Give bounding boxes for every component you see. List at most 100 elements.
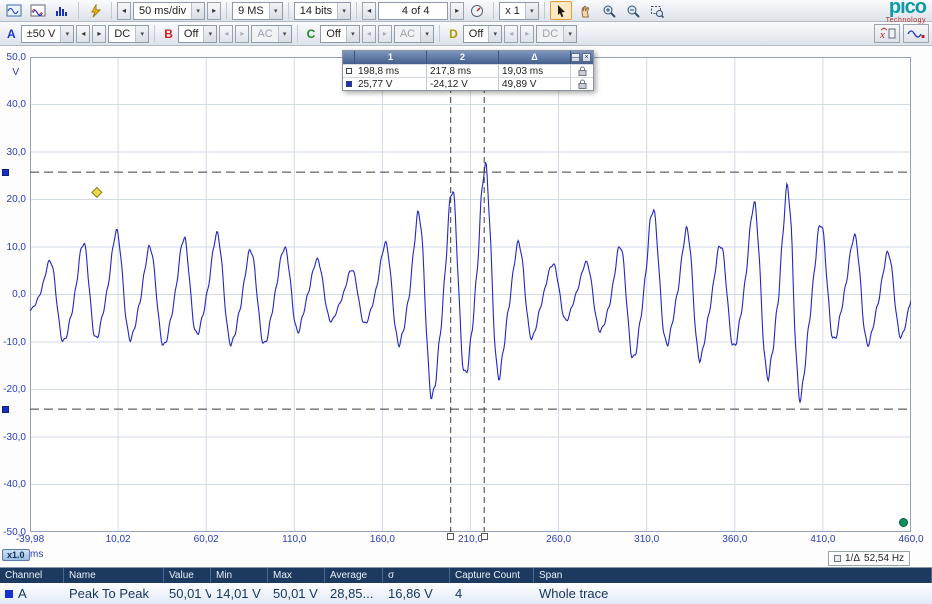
y-axis-tick-label: 30,0 (0, 147, 26, 158)
pointer-tool-button[interactable] (550, 1, 572, 20)
zoom-out-icon (626, 4, 640, 18)
pico-logo-brand: pico (889, 0, 926, 17)
ruler-add-handle[interactable] (899, 518, 908, 527)
scope-view-button[interactable] (3, 1, 25, 20)
x-axis-tick-label: -39,98 (0, 534, 60, 545)
channel-b-range-select[interactable]: Off▾ (178, 25, 217, 43)
marquee-zoom-tool-button[interactable] (646, 1, 668, 20)
y-axis-tick-label: 0,0 (0, 289, 26, 300)
signal-generator-button[interactable] (903, 24, 929, 43)
persistence-view-icon (30, 4, 46, 18)
lock-icon (578, 66, 587, 76)
ruler-lock-cell[interactable] (571, 77, 593, 90)
toolbar-separator (544, 2, 545, 19)
coupling-value: AC (400, 28, 415, 40)
voltage-ruler-handle[interactable] (2, 169, 9, 176)
time-ruler-handle[interactable] (481, 533, 488, 540)
toolbar-separator (356, 2, 357, 19)
coupling-value: AC (257, 28, 272, 40)
x-axis-tick-label: 410,0 (793, 534, 853, 545)
buffer-previous-button[interactable]: ◂ (362, 2, 376, 20)
chevron-down-icon: ▾ (269, 3, 282, 19)
hand-icon (578, 4, 592, 18)
chevron-down-icon: ▾ (337, 3, 350, 19)
channel-controls: A±50 V▾◂▸DC▾BOff▾◂▸AC▾COff▾◂▸AC▾DOff▾◂▸D… (3, 25, 577, 43)
channel-c-range-select[interactable]: Off▾ (320, 25, 359, 43)
ruler-marker-cell (343, 64, 355, 77)
frequency-legend[interactable]: 1/Δ 52,54 Hz (828, 551, 910, 566)
setup-wizard-button[interactable] (84, 1, 106, 20)
channel-a-range-decrease-button[interactable]: ◂ (76, 25, 90, 43)
measurement-sigma-cell: 16,86 V (383, 583, 450, 604)
measurement-min-cell: 14,01 V (211, 583, 268, 604)
channel-d-range-increase-button[interactable]: ▸ (520, 25, 534, 43)
channel-b-label: B (164, 27, 173, 41)
y-axis-tick-label: -30,0 (0, 432, 26, 443)
measurement-average-cell: 28,85... (325, 583, 383, 604)
x-axis-tick-label: 110,0 (264, 534, 324, 545)
channel-c-range-decrease-button[interactable]: ◂ (362, 25, 376, 43)
toolbar-separator (439, 25, 440, 42)
scope-view-icon (6, 4, 22, 18)
timebase-select[interactable]: 50 ms/div ▾ (133, 2, 205, 20)
range-value: ±50 V (27, 28, 56, 40)
ruler-legend[interactable]: 12Δ—×198,8 ms217,8 ms19,03 ms25,77 V-24,… (342, 50, 594, 91)
zoom-in-tool-button[interactable] (598, 1, 620, 20)
channel-d-range-select[interactable]: Off▾ (463, 25, 502, 43)
spectrum-view-button[interactable] (51, 1, 73, 20)
coupling-value: DC (114, 28, 130, 40)
minimize-button[interactable]: — (571, 53, 580, 62)
x-axis-tick-label: 310,0 (617, 534, 677, 545)
measurement-name-cell: Peak To Peak (64, 583, 164, 604)
zoom-in-icon (602, 4, 616, 18)
chevron-down-icon: ▾ (60, 26, 73, 42)
channel-b-range-increase-button[interactable]: ▸ (235, 25, 249, 43)
channel-b-coupling-select[interactable]: AC▾ (251, 25, 291, 43)
channel-a-range-select[interactable]: ±50 V ▾ (21, 25, 75, 43)
hand-tool-button[interactable] (574, 1, 596, 20)
channel-b-range-decrease-button[interactable]: ◂ (219, 25, 233, 43)
pointer-icon (554, 4, 568, 18)
scope-graph[interactable] (30, 57, 911, 532)
ruler-legend-value: 19,03 ms (499, 64, 571, 77)
toolbar-separator (493, 2, 494, 19)
timebase-increase-button[interactable]: ▸ (207, 2, 221, 20)
channel-d-range-decrease-button[interactable]: ◂ (504, 25, 518, 43)
timebase-decrease-button[interactable]: ◂ (117, 2, 131, 20)
measurements-column-header: Name (64, 568, 164, 583)
channel-a-coupling-select[interactable]: DC ▾ (108, 25, 149, 43)
ruler-legend-value: 217,8 ms (427, 64, 499, 77)
buffer-next-button[interactable]: ▸ (450, 2, 464, 20)
resolution-select[interactable]: 14 bits ▾ (294, 2, 351, 20)
persistence-view-button[interactable] (27, 1, 49, 20)
time-ruler-handle[interactable] (447, 533, 454, 540)
buffer-overview-button[interactable] (466, 1, 488, 20)
spectrum-view-icon (54, 4, 70, 18)
ruler-legend-column-header: 1 (355, 51, 427, 64)
zoom-out-tool-button[interactable] (622, 1, 644, 20)
measurement-row[interactable]: APeak To Peak50,01 V14,01 V50,01 V28,85.… (0, 583, 932, 604)
x-axis-zoom-badge[interactable]: x1.0 (2, 549, 30, 561)
measurements-header: ChannelNameValueMinMaxAverageσCapture Co… (0, 568, 932, 583)
chevron-down-icon: ▾ (420, 26, 433, 42)
buffer-position-value: 4 of 4 (402, 5, 430, 17)
ruler-legend-column-header: 2 (427, 51, 499, 64)
chevron-down-icon: ▾ (563, 26, 576, 42)
voltage-ruler-handle[interactable] (2, 406, 9, 413)
channel-c-coupling-select[interactable]: AC ▾ (394, 25, 434, 43)
samples-select[interactable]: 9 MS ▾ (232, 2, 283, 20)
zoom-select[interactable]: x 1 ▾ (499, 2, 539, 20)
math-channels-button[interactable]: x (874, 24, 900, 43)
measurement-channel-cell: A (0, 583, 64, 604)
measurements-column-header: Span (534, 568, 932, 583)
chevron-down-icon: ▾ (135, 26, 148, 42)
frequency-legend-value: 52,54 Hz (864, 553, 904, 564)
close-button[interactable]: × (582, 53, 591, 62)
toolbar-separator (111, 2, 112, 19)
chevron-down-icon: ▾ (346, 26, 359, 42)
channel-c-range-increase-button[interactable]: ▸ (378, 25, 392, 43)
ruler-lock-cell[interactable] (571, 64, 593, 77)
ruler-legend-grid: 12Δ—×198,8 ms217,8 ms19,03 ms25,77 V-24,… (343, 51, 593, 90)
channel-d-coupling-select[interactable]: DC▾ (536, 25, 577, 43)
channel-a-range-increase-button[interactable]: ▸ (92, 25, 106, 43)
